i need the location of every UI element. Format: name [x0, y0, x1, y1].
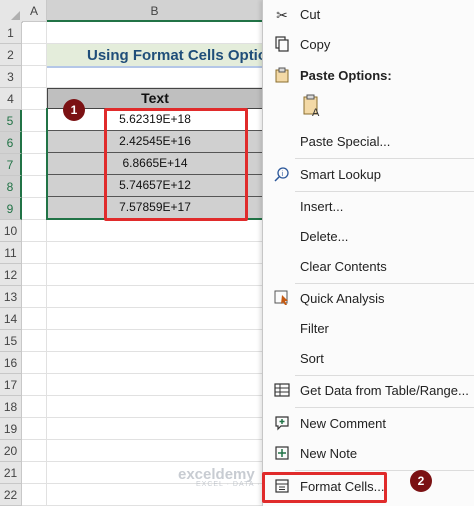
menu-item-filter[interactable]: Filter [263, 316, 474, 342]
menu-item-cut[interactable]: ✂ Cut [263, 2, 474, 28]
menu-item-label: Quick Analysis [300, 291, 385, 306]
menu-item-clear-contents[interactable]: Clear Contents [263, 254, 474, 280]
menu-item-label: Paste Options: [300, 68, 392, 83]
menu-item-paste-options: Paste Options: [263, 63, 474, 89]
copy-icon [273, 36, 291, 54]
menu-item-label: New Comment [300, 416, 386, 431]
menu-item-new-comment[interactable]: New Comment [263, 411, 474, 437]
menu-item-delete[interactable]: Delete... [263, 224, 474, 250]
new-note-icon [273, 445, 291, 463]
step-badge-2: 2 [410, 470, 432, 492]
row-header[interactable]: 20 [0, 440, 22, 462]
row-header[interactable]: 9 [0, 198, 22, 220]
row-header[interactable]: 2 [0, 44, 22, 66]
menu-item-quick-analysis[interactable]: Quick Analysis [263, 286, 474, 312]
row-header[interactable]: 7 [0, 154, 22, 176]
select-all-corner[interactable] [0, 0, 23, 23]
menu-item-get-data[interactable]: Get Data from Table/Range... [263, 378, 474, 404]
menu-item-label: Clear Contents [300, 259, 387, 274]
menu-separator [295, 283, 474, 284]
menu-item-label: Cut [300, 7, 321, 22]
menu-item-sort[interactable]: Sort [263, 346, 474, 372]
menu-separator [295, 158, 474, 159]
menu-separator [295, 407, 474, 408]
row-header[interactable]: 4 [0, 88, 22, 110]
row-header[interactable]: 16 [0, 352, 22, 374]
svg-text:i: i [282, 171, 284, 178]
svg-text:A: A [312, 107, 320, 118]
format-cells-highlight-box [262, 472, 387, 503]
row-header[interactable]: 13 [0, 286, 22, 308]
watermark: exceldemy EXCEL · DATA · BI [178, 466, 272, 488]
paste-values-icon[interactable]: A [300, 94, 324, 119]
menu-separator [295, 191, 474, 192]
new-comment-icon [273, 415, 291, 433]
menu-item-label: Copy [300, 37, 331, 52]
column-header-a[interactable]: A [22, 0, 47, 22]
row-header[interactable]: 11 [0, 242, 22, 264]
row-header[interactable]: 3 [0, 66, 22, 88]
menu-separator [295, 470, 474, 471]
menu-item-label: Paste Special... [300, 134, 391, 149]
column-header-b[interactable]: B [47, 0, 263, 22]
menu-item-new-note[interactable]: New Note [263, 441, 474, 467]
menu-item-insert[interactable]: Insert... [263, 194, 474, 220]
row-header[interactable]: 22 [0, 484, 22, 506]
clipboard-icon [273, 67, 291, 85]
row-header[interactable]: 10 [0, 220, 22, 242]
row-header[interactable]: 14 [0, 308, 22, 330]
quick-analysis-icon [273, 290, 291, 308]
row-header[interactable]: 6 [0, 132, 22, 154]
row-header[interactable]: 18 [0, 396, 22, 418]
menu-item-copy[interactable]: Copy [263, 32, 474, 58]
menu-item-smart-lookup[interactable]: i Smart Lookup [263, 162, 474, 188]
row-header[interactable]: 15 [0, 330, 22, 352]
smart-lookup-icon: i [273, 166, 291, 184]
table-icon [273, 382, 291, 400]
row-header[interactable]: 17 [0, 374, 22, 396]
row-header[interactable]: 8 [0, 176, 22, 198]
step-badge-1: 1 [63, 99, 85, 121]
menu-item-label: Get Data from Table/Range... [300, 383, 469, 398]
menu-item-label: Insert... [300, 199, 344, 214]
row-header[interactable]: 19 [0, 418, 22, 440]
menu-item-label: Sort [300, 351, 324, 366]
row-header[interactable]: 12 [0, 264, 22, 286]
scissors-icon: ✂ [276, 7, 288, 23]
menu-separator [295, 375, 474, 376]
sheet-title-cell[interactable]: Using Format Cells Option [47, 44, 263, 68]
selection-border [46, 108, 48, 219]
context-menu: ✂ Cut Copy Paste Options: A Paste Specia… [262, 0, 474, 506]
row-header[interactable]: 21 [0, 462, 22, 484]
values-highlight-box [104, 108, 248, 221]
menu-item-label: Smart Lookup [300, 167, 381, 182]
menu-item-label: Filter [300, 321, 329, 336]
menu-item-label: Delete... [300, 229, 349, 244]
row-header[interactable]: 1 [0, 22, 22, 44]
menu-item-label: New Note [300, 446, 358, 461]
watermark-tagline: EXCEL · DATA · BI [196, 481, 272, 488]
menu-item-paste-special[interactable]: Paste Special... [263, 129, 474, 155]
row-header[interactable]: 5 [0, 110, 22, 132]
